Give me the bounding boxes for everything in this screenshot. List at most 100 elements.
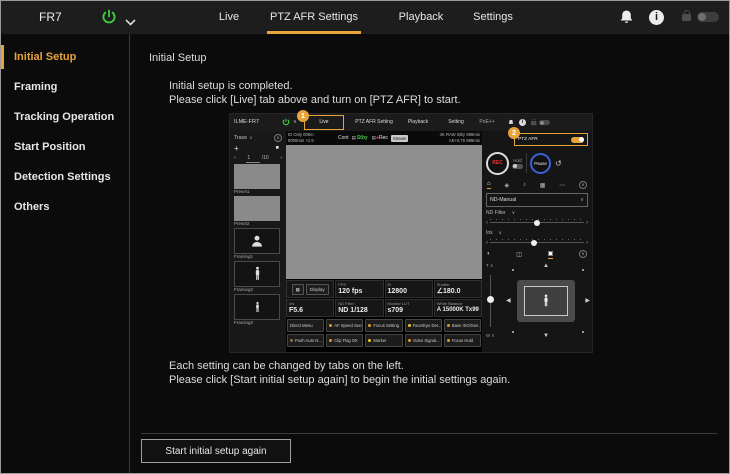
mini-flip-icon: ◫ <box>516 251 522 258</box>
sidebar-item-framing[interactable]: Framing <box>1 72 129 102</box>
mini-fps-value: 120 fps <box>338 287 380 296</box>
mini-iris-value: F5.6 <box>289 306 331 315</box>
mini-framing1-label: Framing1 <box>234 254 282 260</box>
assign-dot-icon <box>329 339 332 342</box>
intro-line-2: Please click [Live] tab above and turn o… <box>169 93 461 107</box>
mini-status-bar: ID Only 000m 8000mm ×1.5 Cont ▤ Stby ▤ ●… <box>286 131 482 145</box>
mini-home-tab-icon: ⌂ <box>487 181 491 189</box>
pad-corner-dot <box>512 331 514 333</box>
annotation-step-1: 1 <box>297 110 309 122</box>
app-window: FR7 Live PTZ AFR Settings Playback Setti… <box>0 0 730 474</box>
main-content: Initial Setup Initial setup is completed… <box>130 34 729 473</box>
mini-display-button: Display <box>306 284 329 295</box>
slider-left-icon: ‹ <box>486 240 488 246</box>
mini-framing1-thumbnail <box>234 228 280 254</box>
mini-assign-button: AF Speed Sens. <box>326 319 363 332</box>
sidebar-item-initial-setup[interactable]: Initial Setup <box>1 42 129 72</box>
power-icon[interactable] <box>101 9 117 30</box>
outro-line-1: Each setting can be changed by tabs on t… <box>169 359 510 373</box>
mini-collapse-icon: ∧ <box>274 134 282 142</box>
pad-corner-dot <box>582 331 584 333</box>
mini-more-tab-icon: ⋯ <box>559 182 565 189</box>
annotation-step-2: 2 <box>508 127 520 139</box>
mini-trace-chevron-icon: ∨ <box>249 135 252 141</box>
sidebar-item-start-position[interactable]: Start Position <box>1 132 129 162</box>
start-initial-setup-again-button[interactable]: Start initial setup again <box>141 439 291 463</box>
app-title: FR7 <box>39 10 62 24</box>
mini-page-current: 1 <box>247 155 250 161</box>
mini-top-bar: ILME-FR7 ∨ Live PTZ AFR Setting Playback… <box>230 114 592 131</box>
mini-overlay-button: ▦ <box>292 284 304 295</box>
top-bar: FR7 Live PTZ AFR Settings Playback Setti… <box>1 1 729 34</box>
mini-audio-tab-icon: ♪ <box>523 182 526 188</box>
mini-collapse-pad-icon: ∧ <box>579 250 587 258</box>
camera-ui-screenshot: ILME-FR7 ∨ Live PTZ AFR Setting Playback… <box>229 113 593 353</box>
mini-info-icon <box>519 119 526 126</box>
person-body-icon <box>254 299 261 316</box>
mini-slot-a-icon: ▤ <box>352 135 356 141</box>
page-title: Initial Setup <box>149 52 206 64</box>
sidebar-item-others[interactable]: Others <box>1 192 129 222</box>
mini-ptz-pad: T ∧ W ∨ ▲ ▼ ◀ ▶ <box>486 263 588 339</box>
mini-ptz-afr-highlight: PTZ AFR <box>514 133 588 146</box>
person-body-icon <box>542 292 550 310</box>
mini-nd-slider <box>490 219 584 226</box>
tab-live[interactable]: Live <box>206 1 252 34</box>
mini-framing3-label: Framing3 <box>234 320 282 326</box>
mini-focus-mode-icon: ◐ <box>487 251 491 257</box>
lock-toggle[interactable] <box>697 12 719 22</box>
mini-tab-playback: Playback <box>402 114 434 131</box>
mini-assign-buttons: Direct Menu AF Speed Sens. Focus Setting… <box>286 317 482 352</box>
pad-corner-dot <box>512 269 514 271</box>
assign-dot-icon <box>408 339 411 342</box>
mini-direction-pad: ▲ ▼ ◀ ▶ <box>504 263 588 339</box>
mini-lut-value: s709 <box>388 306 430 315</box>
mini-chevron-down-icon: ∨ <box>293 119 297 125</box>
mini-tab-ptz-afr-setting: PTZ AFR Setting <box>350 114 398 131</box>
mini-preset1-thumbnail <box>234 164 280 189</box>
mini-page-underline <box>246 162 260 163</box>
mini-framing-preview <box>517 280 575 322</box>
mini-assign-button: Marker <box>365 334 402 347</box>
chevron-down-icon[interactable] <box>125 13 136 31</box>
mini-framing3-thumbnail <box>234 294 280 320</box>
mini-framing2-label: Framing2 <box>234 287 282 293</box>
mini-rec-button: REC <box>486 152 509 175</box>
mini-preset1-label: Preset1 <box>234 189 282 195</box>
sidebar-item-detection-settings[interactable]: Detection Settings <box>1 162 129 192</box>
mini-wb-value: A 15000K Tx99 <box>437 306 479 315</box>
slider-right-icon: › <box>586 240 588 246</box>
assign-dot-icon <box>368 324 371 327</box>
assign-dot-icon <box>447 339 450 342</box>
mini-hold-toggle <box>512 164 523 169</box>
mini-tab-setting: Setting <box>442 114 470 131</box>
assign-dot-icon <box>368 339 371 342</box>
mini-stop-icon: ■ <box>276 145 279 151</box>
outro-line-2: Please click [Start initial setup again]… <box>169 373 510 387</box>
slider-left-icon: ‹ <box>486 220 488 226</box>
mini-prev-page-icon: ‹ <box>234 155 236 161</box>
tab-ptz-afr-settings[interactable]: PTZ AFR Settings <box>267 1 361 34</box>
slider-knob <box>534 220 540 226</box>
mini-reset-icon: ↺ <box>555 159 562 168</box>
mini-ptz-afr-toggle <box>571 137 584 143</box>
sidebar-item-tracking-operation[interactable]: Tracking Operation <box>1 102 129 132</box>
chevron-down-icon: ∨ <box>492 333 495 339</box>
mini-assign-button: Focus Hold <box>444 334 481 347</box>
mini-nd-mode-value: ND-Manual <box>490 197 516 203</box>
mini-assign-button: Direct Menu <box>287 319 324 332</box>
mini-media-tab-icon: ▦ <box>540 182 546 189</box>
mini-nd-mode-select: ND-Manual ∨ <box>486 193 588 207</box>
info-icon[interactable] <box>649 10 664 25</box>
mini-assign-button: Push Auto N... <box>287 334 324 347</box>
mini-preset2-label: Preset2 <box>234 221 282 227</box>
divider <box>526 153 527 173</box>
chevron-down-icon: ∨ <box>499 230 502 236</box>
mini-stream-badge: Stream <box>391 135 409 142</box>
mini-tab-live-highlight: Live <box>304 115 344 130</box>
person-body-icon <box>253 264 262 284</box>
bell-icon[interactable] <box>619 9 634 30</box>
tab-settings[interactable]: Settings <box>468 1 518 34</box>
tab-playback[interactable]: Playback <box>396 1 446 34</box>
pad-corner-dot <box>582 269 584 271</box>
